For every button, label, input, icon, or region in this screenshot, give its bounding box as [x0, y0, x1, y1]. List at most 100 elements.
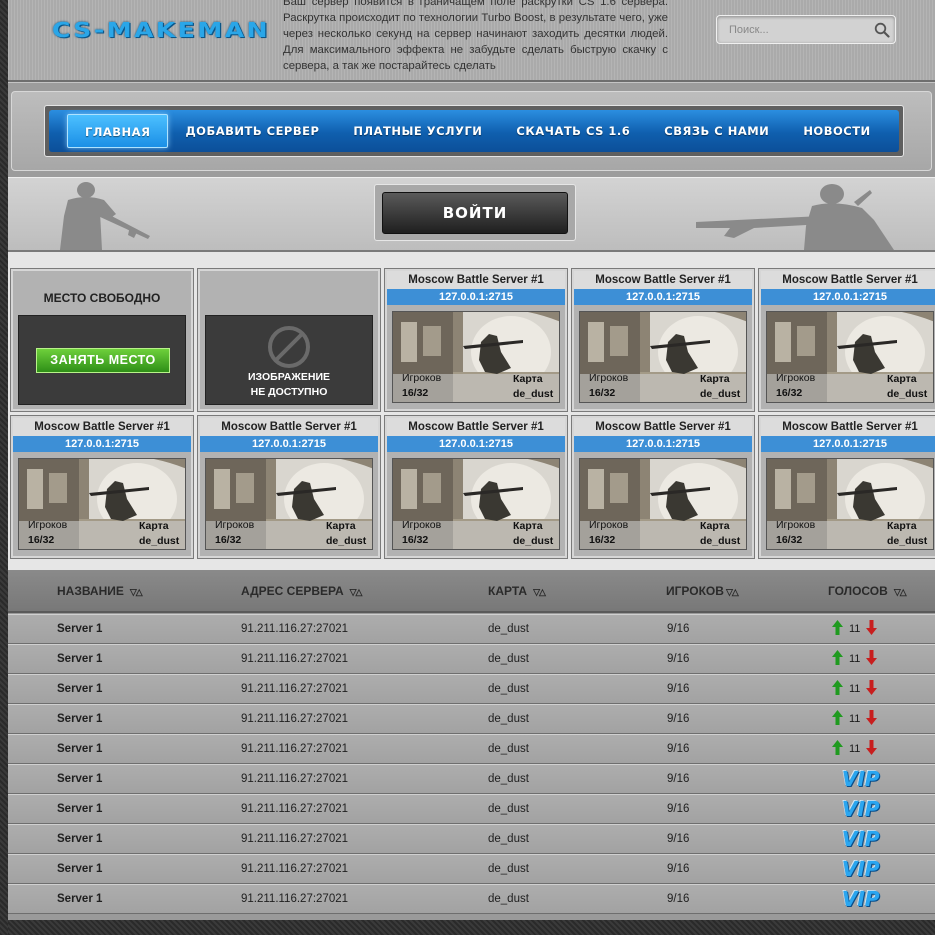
- players-count: 16/32: [402, 534, 429, 546]
- server-card-title[interactable]: Moscow Battle Server #1: [574, 271, 752, 289]
- server-card[interactable]: Moscow Battle Server #1 127.0.0.1:2715 И…: [572, 269, 754, 411]
- server-card[interactable]: Moscow Battle Server #1 127.0.0.1:2715 И…: [572, 416, 754, 558]
- server-card[interactable]: Moscow Battle Server #1 127.0.0.1:2715 И…: [759, 269, 935, 411]
- map-screenshot[interactable]: Игроков 16/32 Карта de_dust: [766, 458, 934, 550]
- map-label: Карта: [887, 520, 917, 532]
- table-row[interactable]: Server 1 91.211.116.27:27021 de_dust 9/1…: [8, 734, 935, 764]
- server-card-title[interactable]: Moscow Battle Server #1: [761, 418, 935, 436]
- main-nav: ГЛАВНАЯ ДОБАВИТЬ СЕРВЕР ПЛАТНЫЕ УСЛУГИ С…: [49, 110, 899, 152]
- server-name[interactable]: Server 1: [57, 885, 102, 913]
- login-frame: ВОЙТИ: [374, 184, 576, 241]
- server-card-title[interactable]: Moscow Battle Server #1: [200, 418, 378, 436]
- server-name[interactable]: Server 1: [57, 795, 102, 823]
- server-card-title[interactable]: Moscow Battle Server #1: [387, 418, 565, 436]
- sort-icon[interactable]: ▽△: [130, 587, 143, 597]
- server-card-title[interactable]: Moscow Battle Server #1: [13, 418, 191, 436]
- server-name[interactable]: Server 1: [57, 675, 102, 703]
- server-card-ip: 127.0.0.1:2715: [761, 436, 935, 452]
- vote-down-icon[interactable]: [866, 620, 878, 638]
- col-players-header[interactable]: ИГРОКОВ ▽△: [666, 570, 739, 613]
- table-row[interactable]: Server 1 91.211.116.27:27021 de_dust 9/1…: [8, 824, 935, 854]
- table-row[interactable]: Server 1 91.211.116.27:27021 de_dust 9/1…: [8, 614, 935, 644]
- server-card[interactable]: Moscow Battle Server #1 127.0.0.1:2715 И…: [11, 416, 193, 558]
- players-label: Игроков: [589, 372, 629, 384]
- vote-up-icon[interactable]: [832, 680, 843, 698]
- map-screenshot[interactable]: Игроков 16/32 Карта de_dust: [18, 458, 186, 550]
- table-row[interactable]: Server 1 91.211.116.27:27021 de_dust 9/1…: [8, 854, 935, 884]
- vote-down-icon[interactable]: [866, 710, 878, 728]
- sort-icon[interactable]: ▽△: [894, 587, 907, 597]
- server-card[interactable]: Moscow Battle Server #1 127.0.0.1:2715 И…: [385, 269, 567, 411]
- col-map-header[interactable]: КАРТА ▽△: [488, 570, 546, 613]
- table-row[interactable]: Server 1 91.211.116.27:27021 de_dust 9/1…: [8, 884, 935, 914]
- vote-down-icon[interactable]: [866, 650, 878, 668]
- server-name[interactable]: Server 1: [57, 765, 102, 793]
- no-image-icon: [268, 326, 310, 368]
- col-address-header[interactable]: АДРЕС СЕРВЕРА ▽△: [241, 570, 363, 613]
- vote-up-icon[interactable]: [832, 650, 843, 668]
- table-row[interactable]: Server 1 91.211.116.27:27021 de_dust 9/1…: [8, 674, 935, 704]
- map-name: de_dust: [700, 388, 741, 400]
- votes-count: 11: [849, 743, 861, 755]
- col-name-header[interactable]: НАЗВАНИЕ ▽△: [57, 570, 143, 613]
- table-row[interactable]: Server 1 91.211.116.27:27021 de_dust 9/1…: [8, 704, 935, 734]
- table-row[interactable]: Server 1 91.211.116.27:27021 de_dust 9/1…: [8, 644, 935, 674]
- map-screenshot[interactable]: Игроков 16/32 Карта de_dust: [579, 311, 747, 403]
- server-address: 91.211.116.27:27021: [241, 713, 349, 725]
- server-card[interactable]: Moscow Battle Server #1 127.0.0.1:2715 И…: [198, 416, 380, 558]
- server-name[interactable]: Server 1: [57, 735, 102, 763]
- map-screenshot[interactable]: Игроков 16/32 Карта de_dust: [205, 458, 373, 550]
- votes-cell: 11: [832, 710, 878, 728]
- vote-down-icon[interactable]: [866, 680, 878, 698]
- votes-cell: 11: [832, 740, 878, 758]
- server-name[interactable]: Server 1: [57, 825, 102, 853]
- server-name[interactable]: Server 1: [57, 855, 102, 883]
- table-row[interactable]: Server 1 91.211.116.27:27021 de_dust 9/1…: [8, 794, 935, 824]
- search-input[interactable]: [721, 20, 867, 40]
- vote-up-icon[interactable]: [832, 740, 843, 758]
- nav-item-add-server[interactable]: ДОБАВИТЬ СЕРВЕР: [168, 114, 336, 148]
- server-card[interactable]: Moscow Battle Server #1 127.0.0.1:2715 И…: [759, 416, 935, 558]
- sort-icon[interactable]: ▽△: [533, 587, 546, 597]
- players-count: 16/32: [28, 534, 55, 546]
- site-logo[interactable]: CS-MAKEMAN: [52, 18, 270, 42]
- server-address: 91.211.116.27:27021: [241, 743, 349, 755]
- sort-icon[interactable]: ▽△: [350, 587, 363, 597]
- server-card-title[interactable]: Moscow Battle Server #1: [574, 418, 752, 436]
- vote-up-icon[interactable]: [832, 710, 843, 728]
- vote-up-icon[interactable]: [832, 620, 843, 638]
- server-card-title[interactable]: Moscow Battle Server #1: [387, 271, 565, 289]
- votes-count: 11: [849, 713, 861, 725]
- players-count: 16/32: [589, 387, 616, 399]
- map-label: Карта: [700, 373, 730, 385]
- vote-down-icon[interactable]: [866, 740, 878, 758]
- map-screenshot[interactable]: Игроков 16/32 Карта de_dust: [392, 458, 560, 550]
- nav-item-news[interactable]: НОВОСТИ: [786, 114, 887, 148]
- sort-icon[interactable]: ▽△: [726, 587, 739, 597]
- map-screenshot[interactable]: Игроков 16/32 Карта de_dust: [579, 458, 747, 550]
- login-button[interactable]: ВОЙТИ: [382, 192, 568, 234]
- soldier-left-silhouette: [60, 182, 150, 250]
- take-slot-button[interactable]: ЗАНЯТЬ МЕСТО: [36, 348, 170, 373]
- search-box: [716, 15, 896, 44]
- server-card[interactable]: Moscow Battle Server #1 127.0.0.1:2715 И…: [385, 416, 567, 558]
- server-address: 91.211.116.27:27021: [241, 653, 349, 665]
- server-name[interactable]: Server 1: [57, 645, 102, 673]
- players-count: 16/32: [402, 387, 429, 399]
- nav-item-paid-services[interactable]: ПЛАТНЫЕ УСЛУГИ: [336, 114, 499, 148]
- server-name[interactable]: Server 1: [57, 615, 102, 643]
- search-icon[interactable]: [871, 18, 893, 41]
- nav-item-download-cs[interactable]: СКАЧАТЬ CS 1.6: [499, 114, 647, 148]
- server-card-title[interactable]: Moscow Battle Server #1: [761, 271, 935, 289]
- nav-frame: ГЛАВНАЯ ДОБАВИТЬ СЕРВЕР ПЛАТНЫЕ УСЛУГИ С…: [11, 91, 932, 171]
- nav-item-contact[interactable]: СВЯЗЬ С НАМИ: [647, 114, 786, 148]
- table-row[interactable]: Server 1 91.211.116.27:27021 de_dust 9/1…: [8, 764, 935, 794]
- vip-badge: VIP: [842, 887, 880, 911]
- server-name[interactable]: Server 1: [57, 705, 102, 733]
- map-label: Карта: [139, 520, 169, 532]
- nav-item-home[interactable]: ГЛАВНАЯ: [67, 114, 169, 148]
- col-votes-header[interactable]: ГОЛОСОВ ▽△: [828, 570, 907, 613]
- map-screenshot[interactable]: Игроков 16/32 Карта de_dust: [766, 311, 934, 403]
- players-count: 16/32: [589, 534, 616, 546]
- map-screenshot[interactable]: Игроков 16/32 Карта de_dust: [392, 311, 560, 403]
